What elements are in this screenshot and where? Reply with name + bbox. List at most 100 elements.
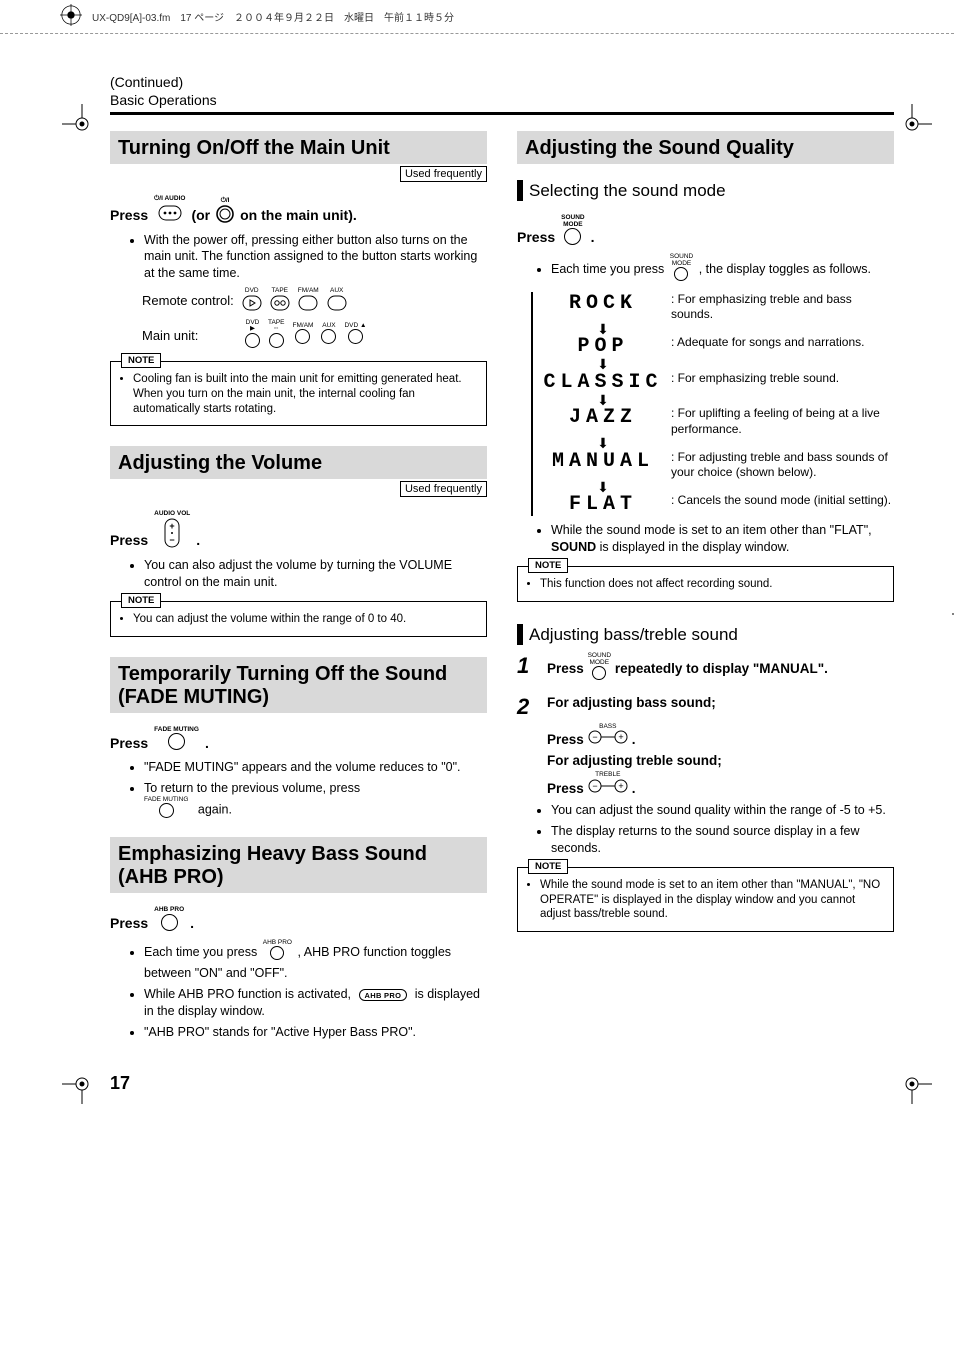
crop-mark-icon <box>62 104 102 144</box>
down-arrow-icon: ⬇ <box>543 483 663 491</box>
unit-button-icon: AUX <box>321 323 336 348</box>
volume-button-icon: AUDIO VOL +− <box>154 511 190 551</box>
bar-icon <box>517 180 523 201</box>
svg-text:+: + <box>618 732 623 742</box>
bullet-text: You can adjust the sound quality within … <box>551 802 894 819</box>
press-instruction: Press SOUND MODE . <box>517 215 894 248</box>
sound-mode-button-icon: SOUND MODE <box>670 254 693 286</box>
crop-mark-icon <box>892 104 932 144</box>
unit-button-icon: DVD▶ <box>245 320 260 351</box>
subheading-sound-mode: Selecting the sound mode <box>517 180 894 201</box>
crop-mark-icon <box>892 1064 932 1104</box>
heading-fade-muting: Temporarily Turning Off the Sound (FADE … <box>110 657 487 713</box>
bullet-text: You can also adjust the volume by turnin… <box>144 557 487 591</box>
step-2: 2 For adjusting bass sound; <box>517 694 894 720</box>
svg-text:−: − <box>592 781 597 791</box>
treble-head: For adjusting treble sound; <box>547 753 894 768</box>
bullet-text: "AHB PRO" stands for "Active Hyper Bass … <box>144 1024 487 1041</box>
note-text: This function does not affect recording … <box>540 577 885 592</box>
left-column: Turning On/Off the Main Unit Used freque… <box>110 131 487 1047</box>
note-box: NOTE While the sound mode is set to an i… <box>517 867 894 933</box>
used-frequently-badge: Used frequently <box>400 166 487 182</box>
bullet-text: "FADE MUTING" appears and the volume red… <box>144 759 487 776</box>
svg-text:+: + <box>618 781 623 791</box>
note-text: Cooling fan is built into the main unit … <box>133 372 478 417</box>
svg-text:−: − <box>170 535 175 545</box>
bass-button-icon: BASS −+ <box>588 724 628 748</box>
mode-pop: POP <box>543 335 663 358</box>
mode-manual: MANUAL <box>543 450 663 473</box>
note-label: NOTE <box>528 859 568 874</box>
used-frequently-badge: Used frequently <box>400 481 487 497</box>
crop-header-text: UX-QD9[A]-03.fm 17 ページ ２００４年９月２２日 水曜日 午前… <box>92 9 454 24</box>
note-label: NOTE <box>528 558 568 573</box>
crop-target-icon <box>60 4 82 29</box>
main-unit-row: Main unit: DVD▶ TAPE◦◦ FM/AM AUX DVD ▲ <box>142 320 487 351</box>
continued-label: (Continued) <box>110 74 894 90</box>
section-name: Basic Operations <box>110 92 894 108</box>
down-arrow-icon: ⬇ <box>543 325 663 333</box>
ahb-pro-indicator-icon: AHB PRO <box>359 989 408 1001</box>
page: (Continued) Basic Operations Turning On/… <box>0 34 954 1124</box>
page-number: 17 <box>110 1073 894 1094</box>
bullet-text: While the sound mode is set to an item o… <box>551 522 894 556</box>
aux-button-icon: AUX <box>327 288 347 314</box>
remote-control-row: Remote control: DVD TAPE FM/AM AUX <box>142 288 487 314</box>
svg-text:+: + <box>170 521 175 531</box>
unit-button-icon: FM/AM <box>293 323 314 348</box>
press-treble: Press TREBLE −+ . <box>547 772 894 796</box>
press-instruction: Press FADE MUTING . <box>110 727 487 754</box>
bullet-text: Each time you press SOUND MODE , the dis… <box>551 254 894 286</box>
sound-mode-button-icon: SOUND MODE <box>561 215 584 248</box>
treble-button-icon: TREBLE −+ <box>588 772 628 796</box>
unit-button-icon: TAPE◦◦ <box>268 320 285 351</box>
press-instruction: Press ⏻/I AUDIO (or ⏻/I on the main unit… <box>110 196 487 226</box>
note-label: NOTE <box>121 353 161 368</box>
heading-ahb-pro: Emphasizing Heavy Bass Sound (AHB PRO) <box>110 837 487 893</box>
heading-sound-quality: Adjusting the Sound Quality <box>517 131 894 164</box>
right-column: Adjusting the Sound Quality Selecting th… <box>517 131 894 1047</box>
note-text: You can adjust the volume within the ran… <box>133 612 478 627</box>
press-instruction: Press AHB PRO . <box>110 907 487 934</box>
bar-icon <box>517 624 523 645</box>
ahb-pro-button-icon: AHB PRO <box>263 940 292 965</box>
note-box: NOTE This function does not affect recor… <box>517 566 894 602</box>
power-button-icon: ⏻/I <box>216 198 234 226</box>
ahb-pro-button-icon: AHB PRO <box>154 907 184 934</box>
press-instruction: Press AUDIO VOL +− . <box>110 511 487 551</box>
tape-button-icon: TAPE <box>270 288 290 314</box>
heading-turning-on-off: Turning On/Off the Main Unit <box>110 131 487 164</box>
fade-muting-button-icon: FADE MUTING <box>154 727 199 754</box>
down-arrow-icon: ⬇ <box>543 360 663 368</box>
bullet-text: With the power off, pressing either butt… <box>144 232 487 283</box>
subheading-bass-treble: Adjusting bass/treble sound <box>517 624 894 645</box>
crop-mark-icon <box>62 1064 102 1104</box>
rule <box>110 112 894 115</box>
sound-mode-button-icon: SOUND MODE <box>588 653 611 686</box>
mode-jazz: JAZZ <box>543 406 663 429</box>
press-bass: Press BASS −+ . <box>547 724 894 748</box>
bullet-text: The display returns to the sound source … <box>551 823 894 857</box>
unit-button-icon: DVD ▲ <box>344 323 366 348</box>
bullet-text: To return to the previous volume, press … <box>144 780 487 823</box>
sound-mode-cycle: ROCK: For emphasizing treble and bass so… <box>531 292 894 517</box>
note-text: While the sound mode is set to an item o… <box>540 878 885 923</box>
mode-rock: ROCK <box>543 292 663 315</box>
down-arrow-icon: ⬇ <box>543 439 663 447</box>
svg-text:−: − <box>592 732 597 742</box>
mode-flat: FLAT <box>543 493 663 516</box>
note-box: NOTE You can adjust the volume within th… <box>110 601 487 637</box>
fmam-button-icon: FM/AM <box>298 288 319 314</box>
note-label: NOTE <box>121 593 161 608</box>
dvd-button-icon: DVD <box>242 288 262 314</box>
heading-adjusting-volume: Adjusting the Volume <box>110 446 487 479</box>
power-audio-button-icon: ⏻/I AUDIO <box>154 196 185 226</box>
step-1: 1 Press SOUND MODE repeatedly to display… <box>517 653 894 686</box>
mode-classic: CLASSIC <box>543 371 663 394</box>
crop-header: UX-QD9[A]-03.fm 17 ページ ２００４年９月２２日 水曜日 午前… <box>0 0 954 34</box>
bullet-text: While AHB PRO function is activated, AHB… <box>144 986 487 1020</box>
note-box: NOTE Cooling fan is built into the main … <box>110 361 487 427</box>
fade-muting-button-icon: FADE MUTING <box>144 797 188 823</box>
down-arrow-icon: ⬇ <box>543 396 663 404</box>
bullet-text: Each time you press AHB PRO , AHB PRO fu… <box>144 940 487 982</box>
